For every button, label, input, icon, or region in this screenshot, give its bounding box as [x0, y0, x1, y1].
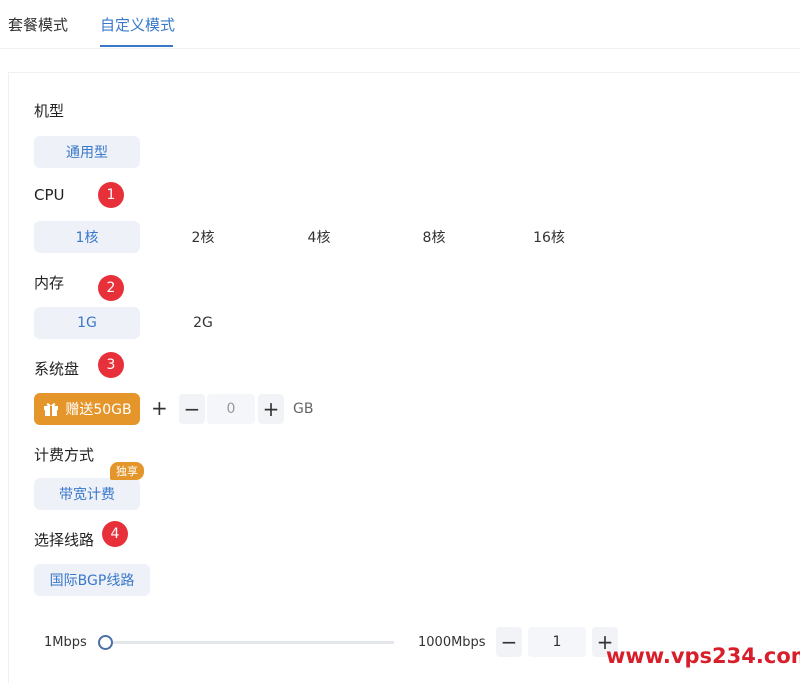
bandwidth-min-label: 1Mbps [44, 635, 87, 650]
bandwidth-decrement-button[interactable]: − [496, 627, 522, 657]
active-tab-underline [100, 45, 173, 47]
memory-option-1g[interactable]: 1G [34, 307, 140, 339]
step-badge-1: 1 [98, 182, 124, 208]
system-disk-label: 系统盘 [34, 360, 80, 378]
cpu-label: CPU [34, 186, 65, 204]
bandwidth-slider-handle[interactable] [98, 635, 113, 650]
gift-disk-badge: 赠送50GB [34, 393, 140, 425]
plus-sign: + [151, 396, 168, 420]
watermark-text: www.vps234.com [606, 644, 800, 668]
cpu-option-2[interactable]: 2核 [150, 221, 256, 253]
tab-package-mode[interactable]: 套餐模式 [8, 14, 68, 35]
cpu-option-4[interactable]: 4核 [266, 221, 372, 253]
tab-custom-mode[interactable]: 自定义模式 [100, 14, 175, 35]
billing-label: 计费方式 [34, 446, 95, 464]
machine-type-option-general[interactable]: 通用型 [34, 136, 140, 168]
step-badge-3: 3 [98, 352, 124, 378]
cpu-option-16[interactable]: 16核 [496, 221, 602, 253]
memory-option-2g[interactable]: 2G [150, 307, 256, 339]
bandwidth-max-label: 1000Mbps [418, 635, 486, 650]
line-option-bgp[interactable]: 国际BGP线路 [34, 564, 150, 596]
disk-decrement-button[interactable]: − [179, 394, 205, 424]
gift-icon [44, 403, 59, 416]
line-label: 选择线路 [34, 531, 95, 549]
disk-size-input[interactable]: 0 [207, 394, 255, 424]
memory-label: 内存 [34, 274, 65, 292]
step-badge-2: 2 [98, 275, 124, 301]
cpu-option-1[interactable]: 1核 [34, 221, 140, 253]
machine-type-label: 机型 [34, 102, 65, 120]
mode-tabs: 套餐模式 自定义模式 [0, 0, 800, 49]
disk-unit-label: GB [293, 401, 314, 417]
step-badge-4: 4 [102, 521, 128, 547]
gift-disk-label: 赠送50GB [65, 402, 132, 418]
exclusive-tag: 独享 [110, 462, 144, 480]
billing-option-bandwidth[interactable]: 带宽计费 [34, 478, 140, 510]
disk-increment-button[interactable]: + [258, 394, 284, 424]
bandwidth-value-input[interactable]: 1 [528, 627, 586, 657]
cpu-option-8[interactable]: 8核 [381, 221, 487, 253]
bandwidth-slider-track[interactable] [104, 641, 394, 644]
